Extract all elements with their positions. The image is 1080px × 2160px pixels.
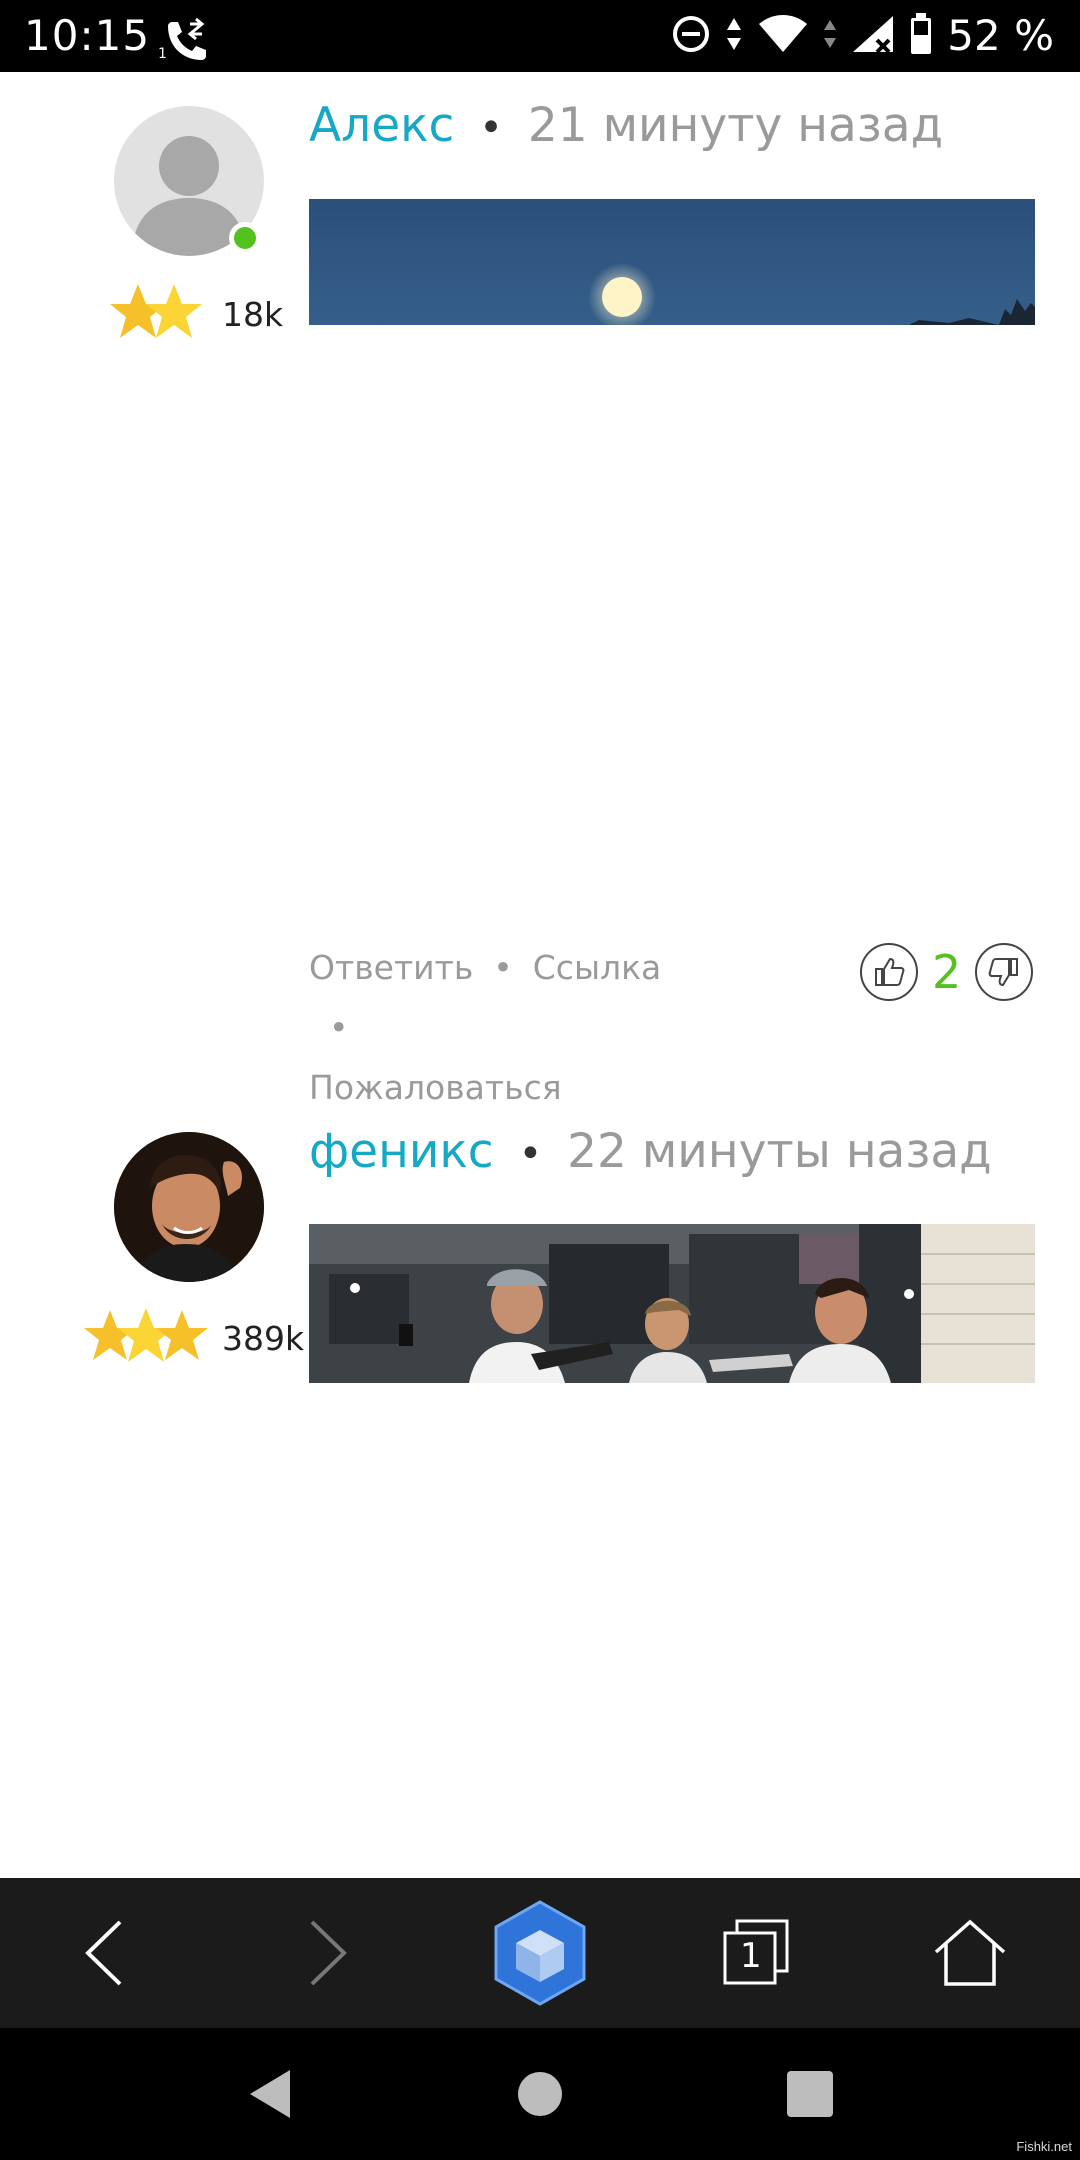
wifi-icon — [757, 14, 809, 58]
author-name[interactable]: Алекс — [309, 98, 454, 153]
rating-value: 389k — [222, 1318, 305, 1358]
nav-back-icon — [250, 2070, 290, 2118]
browser-menu-button[interactable] — [490, 1878, 590, 2028]
separator: • — [493, 948, 513, 987]
navigation-bar: Fishki.net — [0, 2028, 1080, 2160]
star-icon — [108, 282, 210, 346]
nav-recents-icon — [787, 2071, 833, 2117]
nav-recents-button[interactable] — [770, 2028, 850, 2160]
comment-time[interactable]: 22 минуты назад — [567, 1124, 992, 1179]
back-button[interactable] — [60, 1878, 150, 2028]
data-arrows-icon — [725, 14, 743, 58]
call-forward-icon: 1 — [158, 17, 212, 64]
status-time: 10:15 — [24, 11, 151, 60]
vote-controls: 2 — [860, 943, 1034, 1001]
comment-header: феникс • 22 минуты назад — [309, 1124, 992, 1182]
nav-home-icon — [518, 2072, 562, 2116]
watermark: Fishki.net — [1016, 2139, 1072, 2154]
forward-button[interactable] — [282, 1878, 372, 2028]
user-rating: 389k — [84, 1306, 304, 1370]
author-name[interactable]: феникс — [309, 1124, 494, 1179]
comment-actions: Ответить • Ссылка • Пожаловаться — [309, 938, 709, 1118]
tabs-button[interactable]: 1 — [710, 1878, 800, 2028]
call-sim-label: 1 — [158, 46, 167, 62]
status-bar: 10:15 1 52 % — [0, 0, 1080, 72]
comment-header: Алекс • 21 минуту назад — [309, 98, 943, 156]
comment-image[interactable] — [309, 199, 1035, 325]
back-icon — [85, 1920, 122, 1986]
nav-back-button[interactable] — [230, 2028, 310, 2160]
thumbs-up-button[interactable] — [860, 943, 918, 1001]
star-icon — [84, 1306, 210, 1370]
dnd-icon — [671, 14, 711, 58]
cube-logo-icon — [494, 1900, 586, 2006]
separator: • — [518, 1131, 543, 1177]
home-button[interactable] — [925, 1878, 1015, 2028]
rating-value: 18k — [222, 294, 284, 334]
signal-icon — [851, 14, 895, 58]
permalink-link[interactable]: Ссылка — [533, 938, 662, 998]
battery-percent: 52 % — [947, 11, 1054, 60]
report-link[interactable]: Пожаловаться — [309, 1058, 562, 1118]
wifi-arrows-icon — [823, 14, 837, 58]
thumbs-down-icon — [988, 958, 1019, 987]
online-indicator — [229, 222, 261, 254]
nav-home-button[interactable] — [500, 2028, 580, 2160]
separator: • — [329, 1008, 349, 1047]
home-icon — [934, 1919, 1006, 1986]
forward-icon — [310, 1920, 347, 1986]
avatar[interactable] — [114, 1132, 264, 1282]
comment-time[interactable]: 21 минуту назад — [528, 98, 943, 153]
thumbs-up-icon — [875, 957, 905, 986]
comment-image[interactable] — [309, 1224, 1035, 1383]
separator: • — [479, 105, 503, 151]
reply-link[interactable]: Ответить — [309, 938, 473, 998]
tabs-count: 1 — [740, 1936, 762, 1976]
vote-count: 2 — [932, 945, 962, 999]
user-rating: 18k — [108, 282, 283, 346]
battery-icon — [909, 13, 933, 59]
browser-toolbar: 1 — [0, 1878, 1080, 2028]
thumbs-down-button[interactable] — [975, 943, 1034, 1001]
